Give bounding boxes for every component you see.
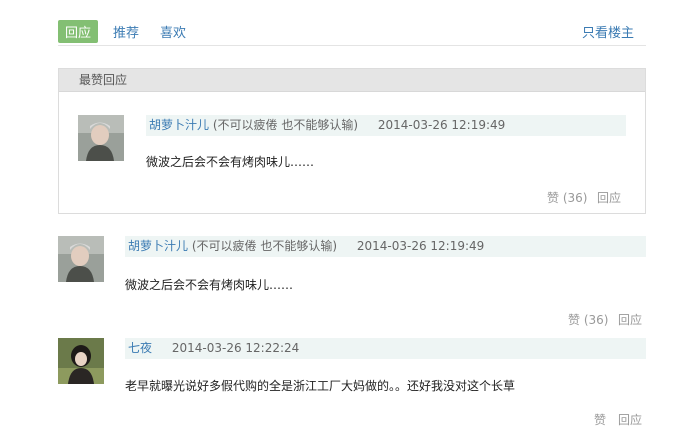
comment-time: 2014-03-26 12:19:49	[377, 118, 506, 132]
only-op-link[interactable]: 只看楼主	[582, 22, 634, 41]
reply-button[interactable]: 回应	[618, 311, 642, 328]
like-button[interactable]: 赞 (36)	[547, 189, 587, 206]
comment-time: 2014-03-26 12:22:24	[171, 341, 300, 355]
like-button[interactable]: 赞 (36)	[568, 311, 608, 328]
tab-reply[interactable]: 回应	[58, 20, 99, 43]
avatar[interactable]	[58, 338, 104, 384]
comment-meta: 七夜 2014-03-26 12:22:24	[125, 338, 646, 359]
avatar-photo-icon	[58, 236, 104, 282]
author-name[interactable]: 胡萝卜汁儿	[128, 239, 188, 253]
best-replies-title: 最赞回应	[59, 69, 645, 92]
avatar[interactable]	[58, 236, 104, 282]
author-name[interactable]: 胡萝卜汁儿	[149, 118, 209, 132]
comment-text: 微波之后会不会有烤肉味儿……	[125, 278, 294, 292]
avatar-photo-icon	[78, 115, 124, 161]
tab-bar: 回应 推荐 喜欢 只看楼主	[58, 20, 646, 46]
author-signature: (不可以疲倦 也不能够认输)	[212, 118, 359, 132]
comment-time: 2014-03-26 12:19:49	[356, 239, 485, 253]
avatar[interactable]	[78, 115, 124, 161]
comment-text: 微波之后会不会有烤肉味儿……	[146, 155, 315, 169]
comment-meta: 胡萝卜汁儿 (不可以疲倦 也不能够认输) 2014-03-26 12:19:49	[146, 115, 626, 136]
comment-text: 老早就曝光说好多假代购的全是浙江工厂大妈做的。。还好我没对这个长草	[125, 379, 516, 393]
comment-meta: 胡萝卜汁儿 (不可以疲倦 也不能够认输) 2014-03-26 12:19:49	[125, 236, 646, 257]
like-button[interactable]: 赞	[594, 411, 606, 428]
tab-like[interactable]: 喜欢	[160, 22, 186, 41]
tabs-divider	[58, 45, 646, 46]
reply-button[interactable]: 回应	[597, 189, 621, 206]
tab-recommend[interactable]: 推荐	[113, 22, 139, 41]
avatar-photo-icon	[58, 338, 104, 384]
author-name[interactable]: 七夜	[128, 341, 152, 355]
author-signature: (不可以疲倦 也不能够认输)	[191, 239, 338, 253]
reply-button[interactable]: 回应	[618, 411, 642, 428]
